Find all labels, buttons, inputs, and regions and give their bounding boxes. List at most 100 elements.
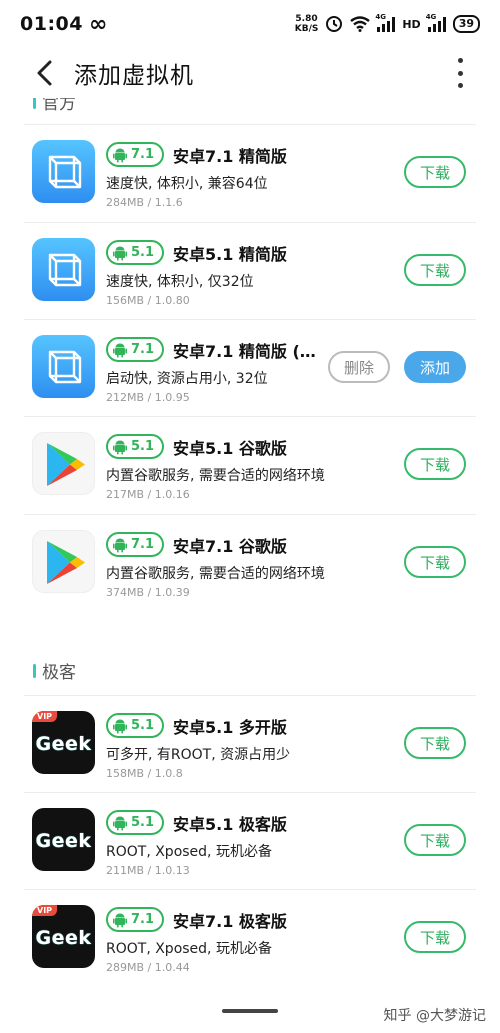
- download-button[interactable]: 下载: [404, 546, 466, 578]
- download-button[interactable]: 下载: [404, 448, 466, 480]
- vm-size-version: 289MB / 1.0.44: [106, 961, 190, 974]
- version-badge: 5.1: [106, 240, 164, 265]
- infinity-icon: ∞: [88, 11, 108, 37]
- version-badge: 7.1: [106, 532, 164, 557]
- geek-icon: Geek: [32, 808, 95, 871]
- vm-list-item[interactable]: VIP Geek 5.1 安卓5.1 多开版可多开, 有ROOT, 资源占用少 158M…: [24, 695, 476, 792]
- version-badge: 7.1: [106, 142, 164, 167]
- android-icon: [113, 719, 127, 733]
- vm-size-version: 211MB / 1.0.13: [106, 864, 190, 877]
- vm-description: 内置谷歌服务, 需要合适的网络环境: [106, 566, 325, 582]
- vm-icon: [32, 238, 95, 301]
- add-button[interactable]: 添加: [404, 351, 466, 383]
- vm-name: 安卓5.1 极客版: [173, 815, 287, 834]
- version-label: 5.1: [131, 245, 155, 260]
- vm-description: 速度快, 体积小, 仅32位: [106, 274, 254, 290]
- vm-size-version: 217MB / 1.0.16: [106, 488, 190, 501]
- vm-name: 安卓7.1 精简版 (…: [173, 342, 316, 361]
- net-speed-unit: KB/S: [294, 24, 319, 34]
- section-header-official: 官方: [33, 98, 76, 114]
- section-bar: [33, 663, 36, 678]
- signal-icon-2: 4G: [425, 13, 446, 32]
- vm-list[interactable]: 官方 7.1 安卓7.1 精简版 速度快, 体积小, 兼容64位 284MB / 1.…: [0, 98, 500, 1003]
- version-label: 7.1: [131, 912, 155, 927]
- vm-size-version: 158MB / 1.0.8: [106, 767, 183, 780]
- download-button[interactable]: 下载: [404, 254, 466, 286]
- vm-name: 安卓7.1 谷歌版: [173, 537, 287, 556]
- download-button[interactable]: 下载: [404, 156, 466, 188]
- download-button[interactable]: 下载: [404, 727, 466, 759]
- download-button[interactable]: 下载: [404, 824, 466, 856]
- signal-label-1: 4G: [375, 13, 386, 21]
- android-icon: [113, 538, 127, 552]
- geek-logo-text: Geek: [35, 927, 92, 949]
- vm-list-item[interactable]: Geek 5.1 安卓5.1 极客版 ROOT, Xposed, 玩机必备 211MB …: [24, 792, 476, 889]
- version-badge: 5.1: [106, 434, 164, 459]
- vm-name: 安卓5.1 精简版: [173, 245, 287, 264]
- section-title: 官方: [42, 98, 76, 114]
- version-label: 5.1: [131, 718, 155, 733]
- divider: [24, 792, 476, 793]
- delete-button[interactable]: 删除: [328, 351, 390, 383]
- vip-badge: VIP: [32, 905, 58, 916]
- version-label: 7.1: [131, 537, 155, 552]
- download-button[interactable]: 下载: [404, 921, 466, 953]
- play-store-icon: [32, 530, 95, 593]
- signal-icon-1: 4G: [375, 13, 396, 32]
- version-label: 5.1: [131, 439, 155, 454]
- android-icon: [113, 913, 127, 927]
- version-badge: 7.1: [106, 907, 164, 932]
- vip-badge: VIP: [32, 711, 58, 722]
- network-speed: 5.80 KB/S: [295, 14, 319, 34]
- section-header-geek: 极客: [33, 658, 76, 683]
- vm-list-item[interactable]: 5.1 安卓5.1 谷歌版内置谷歌服务, 需要合适的网络环境 217MB / 1.0…: [24, 416, 476, 513]
- divider: [24, 222, 476, 223]
- page-title: 添加虚拟机: [74, 63, 194, 89]
- android-icon: [113, 148, 127, 162]
- geek-vip-icon: VIP Geek: [32, 905, 95, 968]
- version-label: 7.1: [131, 147, 155, 162]
- section-title: 极客: [42, 663, 76, 683]
- divider: [24, 889, 476, 890]
- more-options-icon[interactable]: [450, 54, 470, 92]
- version-label: 7.1: [131, 342, 155, 357]
- geek-logo-text: Geek: [35, 733, 92, 755]
- home-handle[interactable]: [222, 1009, 278, 1013]
- alarm-icon: [326, 16, 343, 32]
- divider: [24, 416, 476, 417]
- signal-label-2: 4G: [425, 13, 437, 21]
- vm-name: 安卓5.1 谷歌版: [173, 439, 287, 458]
- vm-list-item[interactable]: 5.1 安卓5.1 精简版 速度快, 体积小, 仅32位 156MB / 1.0.80…: [24, 222, 476, 319]
- geek-logo-text: Geek: [35, 830, 92, 852]
- version-badge: 5.1: [106, 713, 164, 738]
- vm-description: 可多开, 有ROOT, 资源占用少: [106, 747, 291, 763]
- vm-list-item[interactable]: 7.1 安卓7.1 精简版 (… 启动快, 资源占用小, 32位 212MB / 1.…: [24, 319, 476, 416]
- vm-name: 安卓5.1 多开版: [173, 718, 287, 737]
- app-header: 添加虚拟机: [0, 48, 500, 98]
- hd-icon: HD: [402, 17, 421, 31]
- divider: [24, 319, 476, 320]
- back-arrow-icon[interactable]: [22, 51, 66, 95]
- vm-description: 内置谷歌服务, 需要合适的网络环境: [106, 468, 325, 484]
- vm-description: ROOT, Xposed, 玩机必备: [106, 941, 272, 957]
- vm-description: ROOT, Xposed, 玩机必备: [106, 844, 272, 860]
- play-store-icon: [32, 432, 95, 495]
- vm-size-version: 212MB / 1.0.95: [106, 391, 190, 404]
- divider: [24, 514, 476, 515]
- geek-vip-icon: VIP Geek: [32, 711, 95, 774]
- android-icon: [113, 343, 127, 357]
- vm-size-version: 374MB / 1.0.39: [106, 586, 190, 599]
- section-bar: [33, 98, 36, 109]
- status-time: 01:04: [20, 13, 83, 35]
- vm-list-item[interactable]: 7.1 安卓7.1 精简版 速度快, 体积小, 兼容64位 284MB / 1.1.6…: [24, 124, 476, 221]
- vm-list-item[interactable]: VIP Geek 7.1 安卓7.1 极客版 ROOT, Xposed, 玩机必备 289…: [24, 889, 476, 986]
- version-badge: 5.1: [106, 810, 164, 835]
- vm-icon: [32, 335, 95, 398]
- status-bar: 01:04 ∞ 5.80 KB/S 4G HD 4G 39: [0, 0, 500, 48]
- android-icon: [113, 440, 127, 454]
- version-badge: 7.1: [106, 337, 164, 362]
- battery-icon: 39: [452, 15, 480, 33]
- android-icon: [113, 246, 127, 260]
- vm-list-item[interactable]: 7.1 安卓7.1 谷歌版内置谷歌服务, 需要合适的网络环境 374MB / 1.0…: [24, 514, 476, 611]
- vm-icon: [32, 140, 95, 203]
